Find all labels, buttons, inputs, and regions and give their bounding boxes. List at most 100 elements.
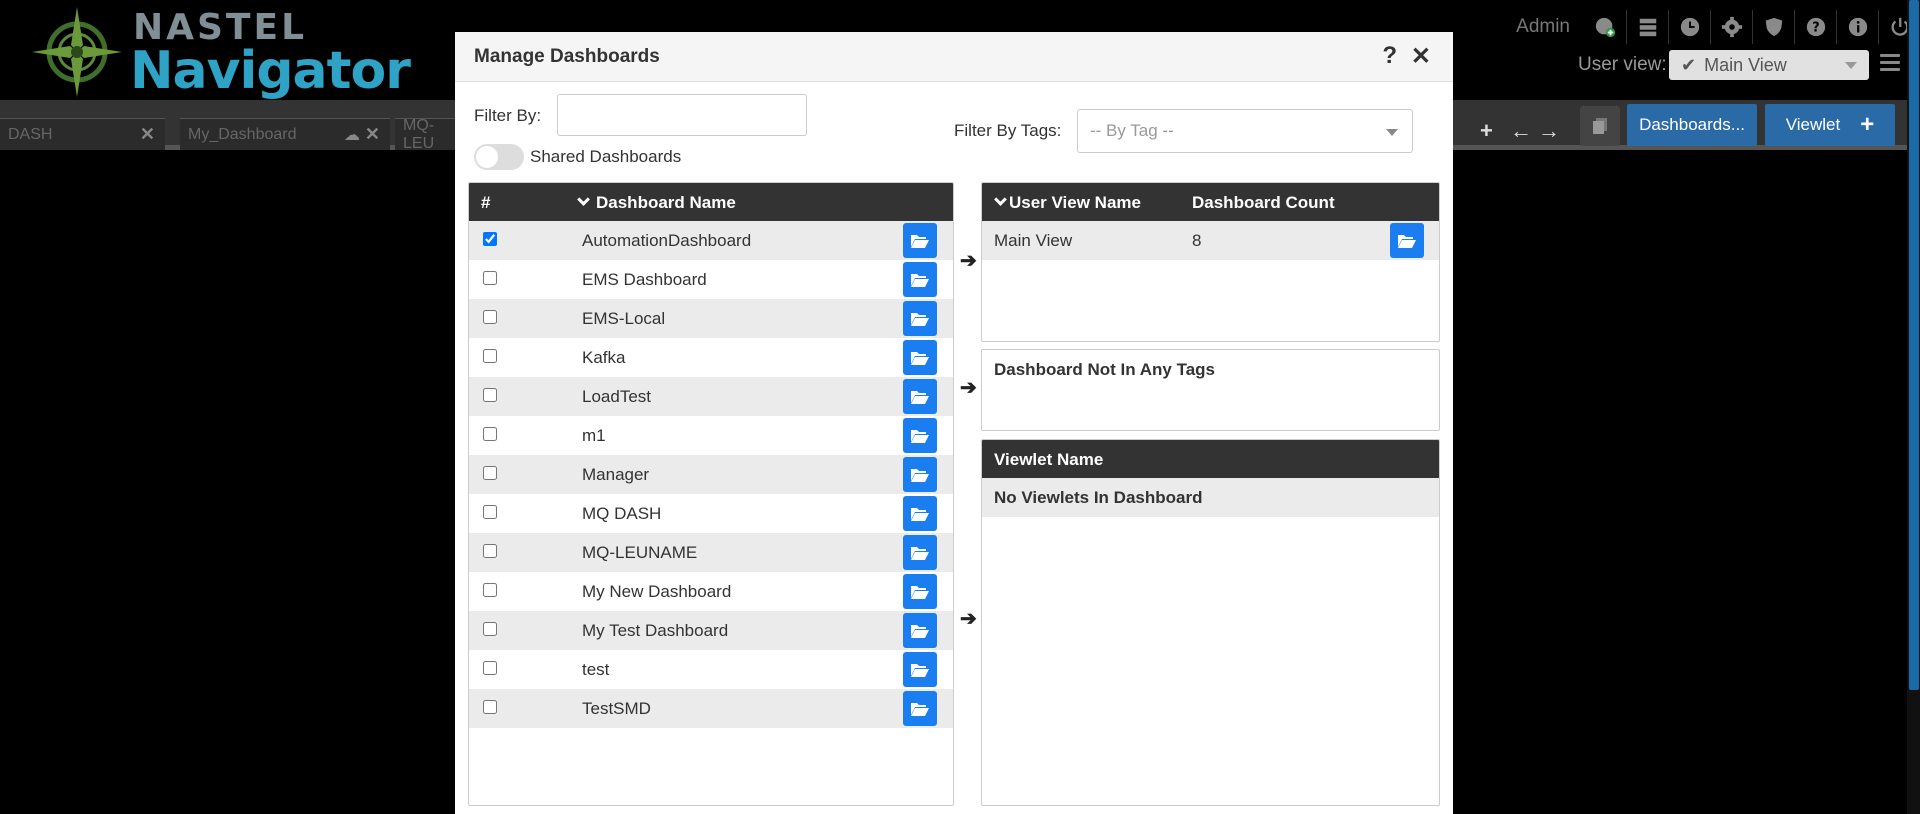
open-dashboard-button[interactable] — [903, 574, 937, 609]
globe-add-icon[interactable] — [1584, 10, 1626, 44]
copy-button[interactable] — [1580, 106, 1620, 146]
open-user-view-button[interactable] — [1390, 223, 1424, 258]
user-view-row[interactable]: Main View 8 — [982, 221, 1439, 260]
dashboard-checkbox[interactable] — [483, 466, 497, 480]
dashboard-checkbox[interactable] — [483, 583, 497, 597]
server-icon[interactable] — [1626, 10, 1668, 44]
open-dashboard-button[interactable] — [903, 535, 937, 570]
dashboard-checkbox[interactable] — [483, 700, 497, 714]
help-icon[interactable]: ? — [1794, 10, 1836, 44]
tab-dash[interactable]: DASH ✕ — [0, 118, 165, 150]
folder-open-icon — [911, 273, 929, 287]
scrollbar-thumb[interactable] — [1909, 0, 1919, 690]
dashboards-button[interactable]: Dashboards... — [1627, 104, 1757, 146]
column-user-view-name[interactable]: User View Name — [994, 193, 1141, 213]
folder-open-icon — [911, 312, 929, 326]
user-view-value: Main View — [1704, 54, 1787, 75]
dashboard-checkbox[interactable] — [483, 622, 497, 636]
open-dashboard-button[interactable] — [903, 262, 937, 297]
dashboard-row[interactable]: MQ DASH — [469, 494, 953, 533]
dashboard-checkbox[interactable] — [483, 271, 497, 285]
dashboard-checkbox[interactable] — [483, 427, 497, 441]
folder-open-icon — [911, 663, 929, 677]
dashboard-row[interactable]: LoadTest — [469, 377, 953, 416]
dashboard-checkbox[interactable] — [483, 505, 497, 519]
dashboard-row[interactable]: EMS Dashboard — [469, 260, 953, 299]
menu-icon[interactable] — [1880, 54, 1900, 72]
open-dashboard-button[interactable] — [903, 223, 937, 258]
close-icon[interactable]: ✕ — [140, 124, 155, 145]
shared-dashboards-toggle[interactable] — [474, 144, 524, 170]
column-user-view-name-label: User View Name — [1009, 193, 1141, 212]
folder-open-icon — [911, 585, 929, 599]
open-dashboard-button[interactable] — [903, 496, 937, 531]
gear-icon[interactable] — [1710, 10, 1752, 44]
open-dashboard-button[interactable] — [903, 613, 937, 648]
clock-icon[interactable] — [1668, 10, 1710, 44]
tab-my-dashboard[interactable]: My_Dashboard ✕ ☁ — [180, 118, 390, 150]
column-dashboard-name[interactable]: Dashboard Name — [577, 193, 736, 213]
tab-label: MQ-LEU — [403, 116, 435, 152]
folder-open-icon — [911, 507, 929, 521]
tab-mq-leu[interactable]: MQ-LEU — [395, 116, 455, 152]
dashboard-row[interactable]: TestSMD — [469, 689, 953, 728]
viewlet-table-header: Viewlet Name — [982, 440, 1439, 478]
arrow-left-icon[interactable]: ← — [1510, 118, 1532, 144]
dashboard-name: Manager — [582, 465, 650, 484]
close-icon[interactable]: ✕ — [365, 124, 380, 145]
dashboard-checkbox[interactable] — [483, 310, 497, 324]
dashboard-row[interactable]: AutomationDashboard — [469, 221, 953, 260]
dashboard-row[interactable]: Kafka — [469, 338, 953, 377]
dashboard-name: test — [582, 660, 610, 679]
dashboard-row[interactable]: m1 — [469, 416, 953, 455]
open-dashboard-button[interactable] — [903, 457, 937, 492]
tag-select-placeholder: -- By Tag -- — [1090, 121, 1174, 140]
open-dashboard-button[interactable] — [903, 418, 937, 453]
dashboard-checkbox[interactable] — [483, 232, 497, 246]
dashboard-row[interactable]: EMS-Local — [469, 299, 953, 338]
tag-select[interactable]: -- By Tag -- — [1077, 109, 1413, 153]
open-dashboard-button[interactable] — [903, 691, 937, 726]
add-icon[interactable]: + — [1480, 118, 1493, 144]
dashboard-rows: AutomationDashboard EMS Dashboard EMS-Loca… — [469, 221, 953, 728]
help-icon[interactable]: ? — [1382, 42, 1397, 70]
viewlet-button[interactable]: Viewlet + — [1765, 104, 1895, 146]
dashboard-name: MQ DASH — [582, 504, 662, 523]
dashboard-row[interactable]: My New Dashboard — [469, 572, 953, 611]
dashboard-row[interactable]: Manager — [469, 455, 953, 494]
user-view-select[interactable]: ✔ Main View — [1669, 50, 1869, 80]
close-icon[interactable]: ✕ — [1411, 42, 1431, 71]
shield-icon[interactable] — [1752, 10, 1794, 44]
column-dashboard-count[interactable]: Dashboard Count — [1192, 193, 1335, 213]
tab-label: My_Dashboard — [188, 125, 297, 143]
dashboard-name: LoadTest — [582, 387, 651, 406]
cloud-sync-icon[interactable]: ☁ — [344, 125, 360, 145]
arrow-right-icon[interactable]: → — [1538, 118, 1560, 144]
open-dashboard-button[interactable] — [903, 379, 937, 414]
folder-open-icon — [911, 351, 929, 365]
dashboard-name: TestSMD — [582, 699, 651, 718]
open-dashboard-button[interactable] — [903, 340, 937, 375]
dashboard-checkbox[interactable] — [483, 661, 497, 675]
dashboard-name: m1 — [582, 426, 606, 445]
add-icon: + — [1860, 111, 1875, 138]
user-name[interactable]: Admin — [1516, 16, 1570, 38]
viewlet-empty-row: No Viewlets In Dashboard — [982, 478, 1439, 517]
column-number: # — [481, 193, 491, 212]
svg-text:?: ? — [1812, 21, 1819, 36]
dashboard-row[interactable]: My Test Dashboard — [469, 611, 953, 650]
dashboard-checkbox[interactable] — [483, 544, 497, 558]
arrow-right-icon: ➔ — [960, 608, 977, 630]
dashboard-checkbox[interactable] — [483, 388, 497, 402]
modal-title: Manage Dashboards — [474, 46, 660, 67]
folder-open-icon — [911, 702, 929, 716]
dashboard-checkbox[interactable] — [483, 349, 497, 363]
folder-open-icon — [911, 546, 929, 560]
info-icon[interactable] — [1836, 10, 1878, 44]
open-dashboard-button[interactable] — [903, 652, 937, 687]
dashboard-row[interactable]: test — [469, 650, 953, 689]
dashboard-row[interactable]: MQ-LEUNAME — [469, 533, 953, 572]
open-dashboard-button[interactable] — [903, 301, 937, 336]
top-toolbar: Admin ? — [1516, 10, 1920, 44]
filter-input[interactable] — [557, 94, 807, 136]
